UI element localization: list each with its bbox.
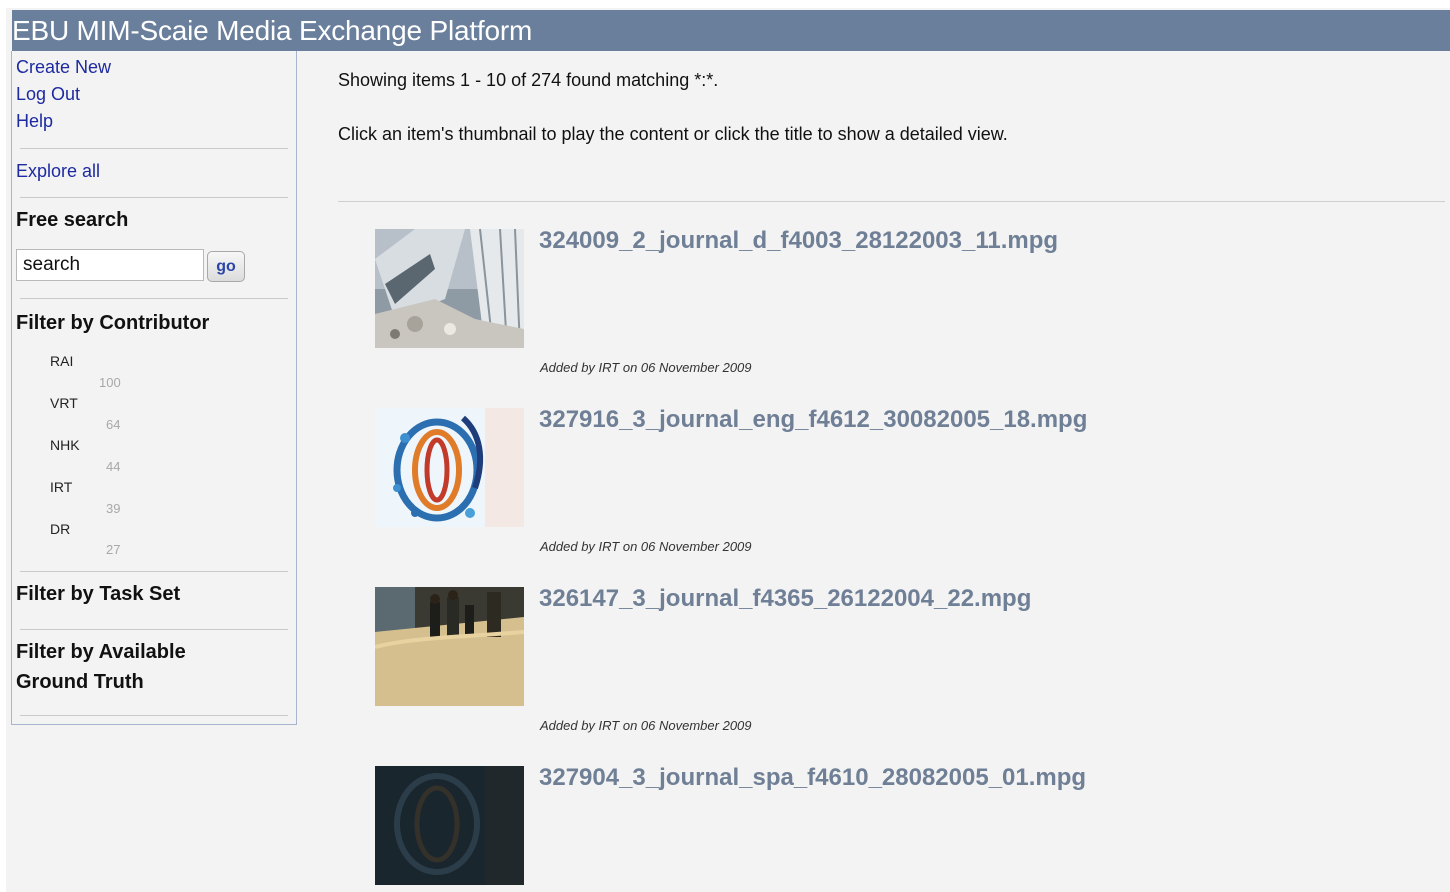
item-title-link[interactable]: 326147_3_journal_f4365_26122004_22.mpg: [539, 585, 1031, 613]
contributor-rai[interactable]: RAI: [50, 353, 73, 369]
sidebar-divider: [20, 715, 288, 716]
contributor-dr[interactable]: DR: [50, 521, 70, 537]
sidebar-divider: [20, 148, 288, 149]
item-meta: Added by IRT on 06 November 2009: [540, 718, 752, 733]
site-title: EBU MIM-Scaie Media Exchange Platform: [12, 15, 533, 46]
log-out-link[interactable]: Log Out: [16, 84, 80, 105]
item-title-link[interactable]: 324009_2_journal_d_f4003_28122003_11.mpg: [539, 227, 1058, 255]
people-on-beach-thumbnail[interactable]: [375, 587, 524, 706]
collapsed-building-thumbnail[interactable]: [375, 229, 524, 348]
item-title-link[interactable]: 327916_3_journal_eng_f4612_30082005_18.m…: [539, 406, 1087, 434]
sidebar-divider: [20, 298, 288, 299]
contributor-count: 44: [106, 459, 121, 474]
instructions-text: Click an item's thumbnail to play the co…: [338, 124, 1008, 144]
item-meta: Added by IRT on 06 November 2009: [540, 539, 752, 554]
site-header: EBU MIM-Scaie Media Exchange Platform: [12, 10, 1450, 51]
item-title-link[interactable]: 327904_3_journal_spa_f4610_28082005_01.m…: [539, 764, 1086, 792]
contributor-nhk[interactable]: NHK: [50, 437, 80, 453]
create-new-link[interactable]: Create New: [16, 57, 111, 78]
go-button[interactable]: go: [207, 251, 245, 282]
sidebar-divider: [20, 197, 288, 198]
filter-ground-truth-heading-line2[interactable]: Ground Truth: [16, 671, 144, 694]
filter-contributor-heading: Filter by Contributor: [16, 312, 210, 334]
contributor-count: 100: [99, 375, 121, 390]
filter-task-set-heading[interactable]: Filter by Task Set: [16, 583, 180, 606]
sidebar-divider: [20, 571, 288, 572]
contributor-irt[interactable]: IRT: [50, 479, 72, 495]
content-divider: [338, 201, 1445, 202]
item-meta: Added by IRT on 06 November 2009: [540, 360, 752, 375]
results-summary: Showing items 1 - 10 of 274 found matchi…: [338, 70, 719, 90]
swirl-logo-thumbnail[interactable]: [375, 408, 524, 527]
dark-swirl-thumbnail[interactable]: [375, 766, 524, 885]
sidebar: Create New Log Out Help Explore all Free…: [11, 51, 297, 725]
free-search-heading: Free search: [16, 209, 129, 231]
contributor-count: 39: [106, 501, 121, 516]
contributor-vrt[interactable]: VRT: [50, 395, 78, 411]
search-input[interactable]: [16, 249, 204, 281]
sidebar-divider: [20, 629, 288, 630]
help-link[interactable]: Help: [16, 111, 53, 132]
contributor-count: 64: [106, 417, 121, 432]
explore-all-link[interactable]: Explore all: [16, 161, 100, 182]
contributor-count: 27: [106, 542, 121, 557]
filter-ground-truth-heading-line1[interactable]: Filter by Available: [16, 641, 186, 664]
